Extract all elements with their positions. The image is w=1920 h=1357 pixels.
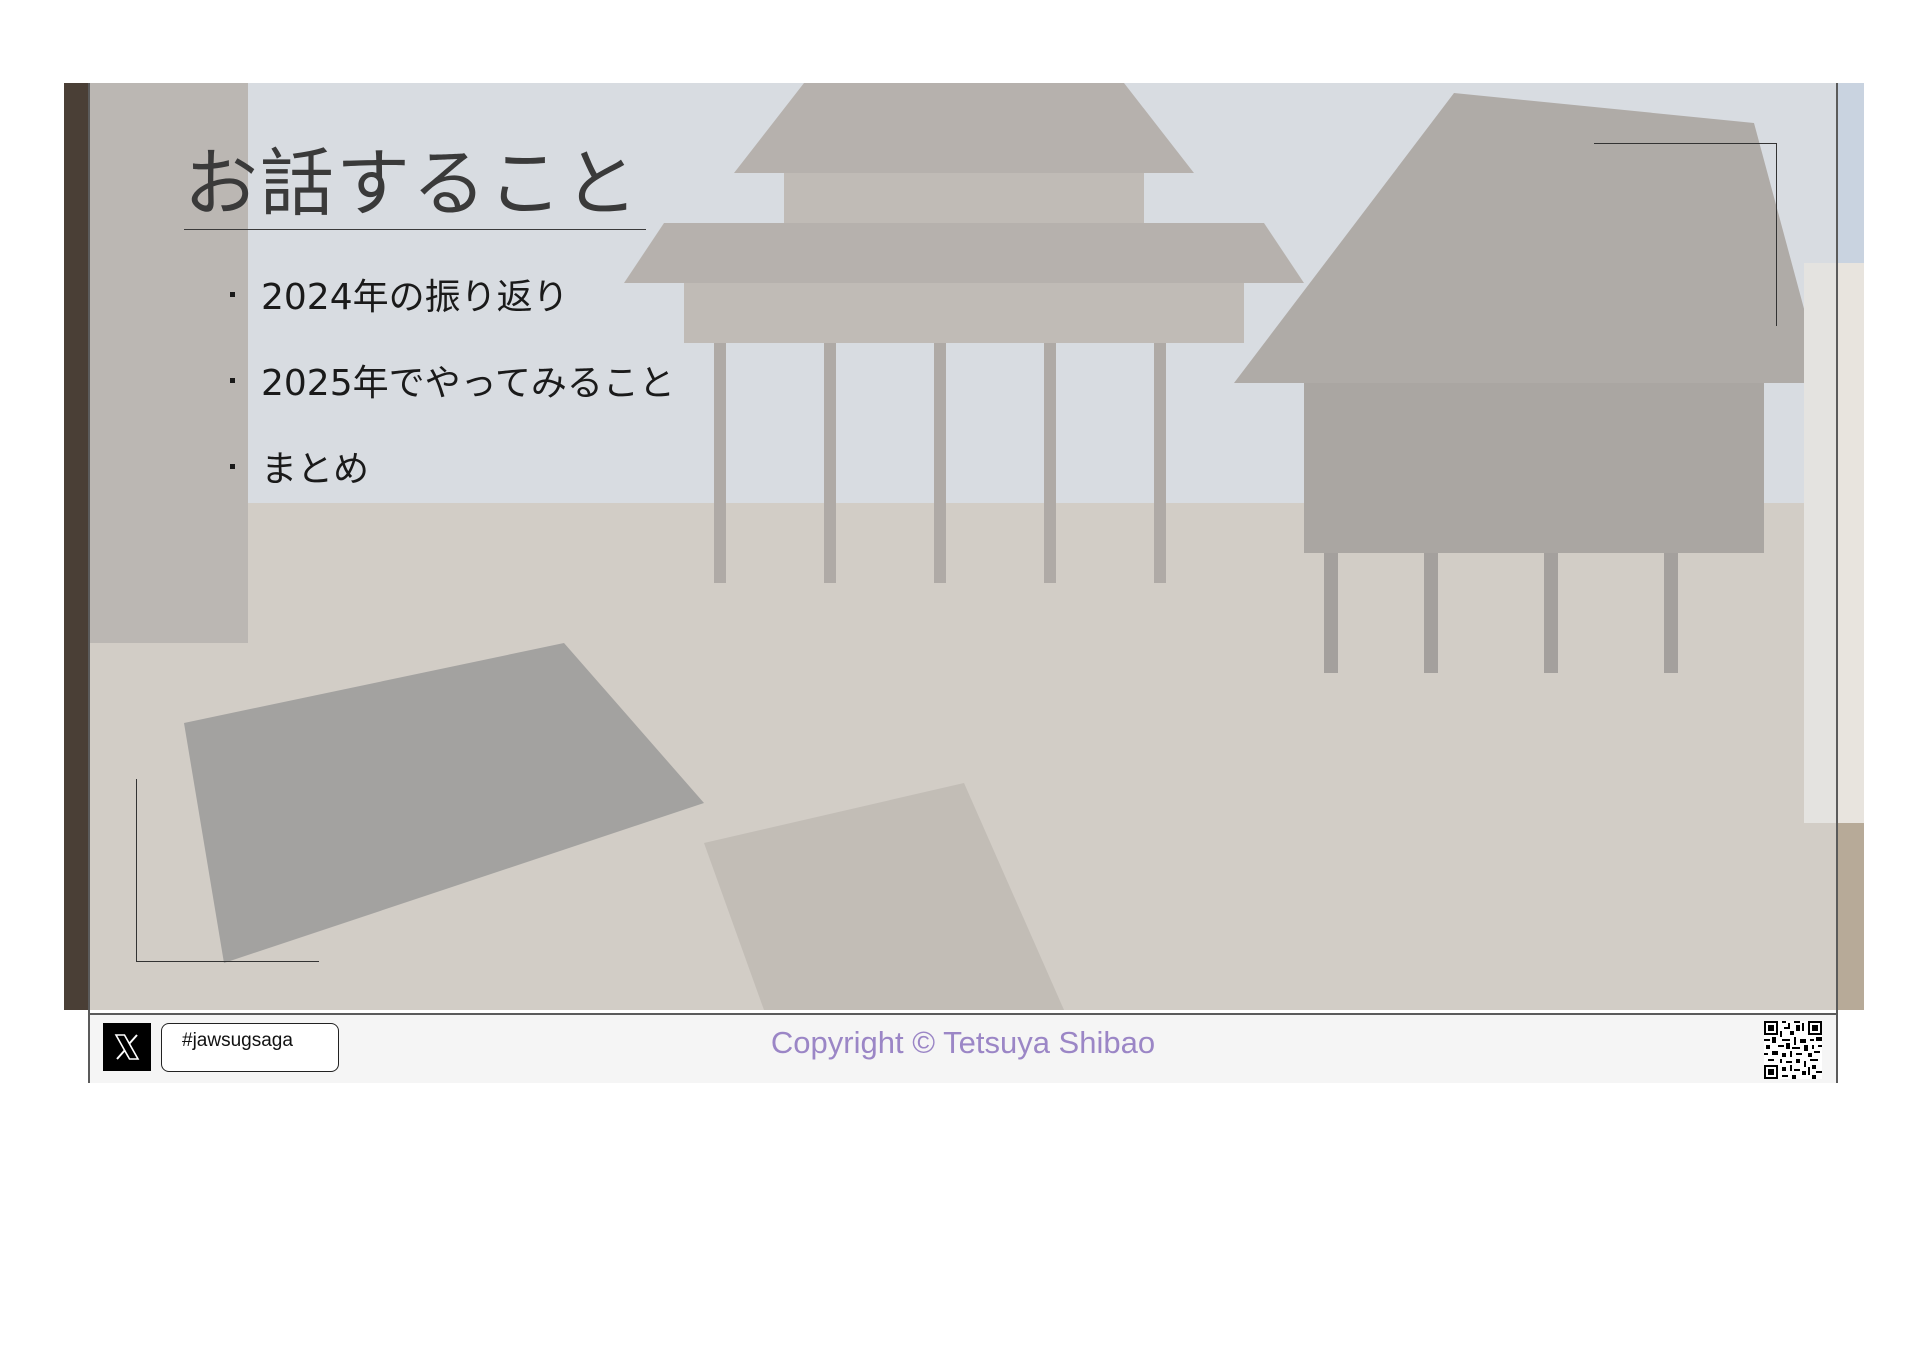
agenda-item: まとめ bbox=[230, 423, 675, 509]
page: お話すること 2024年の振り返り 2025年でやってみること まとめ #jaw… bbox=[0, 0, 1920, 1357]
agenda-item-label: 2024年の振り返り bbox=[261, 277, 569, 318]
slide-footer: #jawsugsaga Copyright © Tetsuya Shibao bbox=[90, 1013, 1836, 1083]
bullet-icon bbox=[230, 377, 235, 383]
slide-body: お話すること 2024年の振り返り 2025年でやってみること まとめ bbox=[90, 83, 1836, 1010]
qr-code-icon[interactable] bbox=[1764, 1021, 1822, 1079]
agenda-item: 2025年でやってみること bbox=[230, 337, 675, 423]
corner-bracket-top-right bbox=[1594, 143, 1777, 326]
bullet-icon bbox=[230, 291, 235, 297]
slide: お話すること 2024年の振り返り 2025年でやってみること まとめ #jaw… bbox=[88, 83, 1838, 1083]
agenda-list: 2024年の振り返り 2025年でやってみること まとめ bbox=[230, 251, 675, 509]
bullet-icon bbox=[230, 463, 235, 469]
agenda-item: 2024年の振り返り bbox=[230, 251, 675, 337]
slide-title: お話すること bbox=[184, 139, 646, 230]
agenda-item-label: 2025年でやってみること bbox=[261, 363, 675, 404]
copyright-text: Copyright © Tetsuya Shibao bbox=[770, 1025, 1156, 1060]
corner-bracket-bottom-left bbox=[136, 779, 319, 962]
agenda-item-label: まとめ bbox=[261, 449, 370, 490]
